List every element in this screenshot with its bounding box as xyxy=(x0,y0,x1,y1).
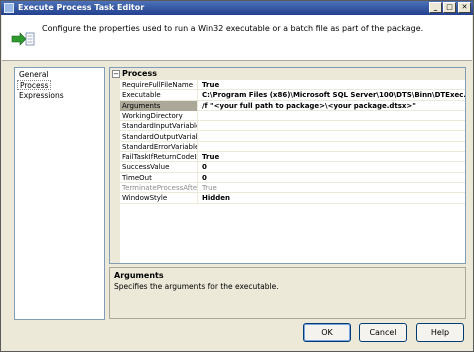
title-bar: Execute Process Task Editor _ □ ✕ xyxy=(1,1,473,15)
property-row-terminateprocessaftertimeout[interactable]: TerminateProcessAfterTimeOut True xyxy=(120,183,465,194)
property-value[interactable]: C:\Program Files (x86)\Microsoft SQL Ser… xyxy=(200,90,465,100)
property-value[interactable] xyxy=(200,142,465,152)
property-row-standardoutputvariable[interactable]: StandardOutputVariable xyxy=(120,131,465,142)
app-icon xyxy=(4,3,14,13)
nav-item-general[interactable]: General xyxy=(17,70,51,80)
nav-item-process[interactable]: Process xyxy=(17,80,52,90)
property-value[interactable]: 0 xyxy=(200,173,465,183)
property-name: Executable xyxy=(120,90,198,101)
cancel-button[interactable]: Cancel xyxy=(359,323,407,342)
property-value[interactable]: True xyxy=(200,183,465,193)
property-value[interactable] xyxy=(200,111,465,121)
header-description: Configure the properties used to run a W… xyxy=(42,24,424,33)
property-row-arguments[interactable]: Arguments /f "<your full path to package… xyxy=(120,100,465,111)
property-name: FailTaskIfReturnCodeIsNotSuccessValue xyxy=(122,152,198,163)
property-row-timeout[interactable]: TimeOut 0 xyxy=(120,172,465,183)
property-row-failtaskifreturncode[interactable]: FailTaskIfReturnCodeIsNotSuccessValue Tr… xyxy=(120,152,465,163)
description-text: Specifies the arguments for the executab… xyxy=(114,282,279,291)
property-row-requirefullfilename[interactable]: RequireFullFileName True xyxy=(120,80,465,91)
property-row-workingdirectory[interactable]: WorkingDirectory xyxy=(120,110,465,122)
property-name: TimeOut xyxy=(120,172,198,183)
property-row-standarderrorvariable[interactable]: StandardErrorVariable xyxy=(120,141,465,153)
property-value[interactable] xyxy=(200,121,465,131)
property-name: WorkingDirectory xyxy=(120,110,198,121)
property-row-standardinputvariable[interactable]: StandardInputVariable xyxy=(120,121,465,132)
property-row-executable[interactable]: Executable C:\Program Files (x86)\Micros… xyxy=(120,90,465,101)
minimize-button[interactable]: _ xyxy=(429,2,442,13)
collapse-icon[interactable]: − xyxy=(112,70,120,78)
property-name: RequireFullFileName xyxy=(120,80,198,90)
property-name: StandardOutputVariable xyxy=(120,131,198,142)
property-value[interactable]: True xyxy=(200,152,465,162)
execute-process-task-editor-window: Execute Process Task Editor _ □ ✕ Config… xyxy=(0,0,474,352)
property-grid: − Process RequireFullFileName True Execu… xyxy=(109,67,466,264)
window-title: Execute Process Task Editor xyxy=(18,3,145,12)
property-name: StandardInputVariable xyxy=(122,121,198,132)
ok-button[interactable]: OK xyxy=(303,323,351,342)
property-value[interactable] xyxy=(200,132,465,142)
property-name: StandardErrorVariable xyxy=(122,141,198,152)
property-row-successvalue[interactable]: SuccessValue 0 xyxy=(120,162,465,173)
property-name: TerminateProcessAfterTimeOut xyxy=(122,183,198,193)
maximize-button[interactable]: □ xyxy=(443,2,456,13)
description-title: Arguments xyxy=(114,271,164,280)
execute-process-icon xyxy=(11,32,35,46)
property-description-pane: Arguments Specifies the arguments for th… xyxy=(109,267,466,319)
property-value[interactable]: 0 xyxy=(200,162,465,172)
property-value[interactable]: Hidden xyxy=(200,193,465,203)
property-name: SuccessValue xyxy=(120,162,198,173)
property-row-windowstyle[interactable]: WindowStyle Hidden xyxy=(120,193,465,204)
property-value[interactable]: /f "<your full path to package>\<your pa… xyxy=(200,101,465,111)
page-nav-list: General Process Expressions xyxy=(14,67,105,320)
close-button[interactable]: ✕ xyxy=(458,2,471,13)
nav-item-expressions[interactable]: Expressions xyxy=(17,91,66,101)
property-name: Arguments xyxy=(120,100,198,111)
header-panel: Configure the properties used to run a W… xyxy=(2,15,472,61)
grid-gutter xyxy=(110,80,120,263)
property-value[interactable]: True xyxy=(200,80,465,90)
category-row-process[interactable]: − Process xyxy=(110,68,465,80)
property-name: WindowStyle xyxy=(120,193,198,204)
help-button[interactable]: Help xyxy=(416,323,464,342)
category-name: Process xyxy=(122,69,157,78)
